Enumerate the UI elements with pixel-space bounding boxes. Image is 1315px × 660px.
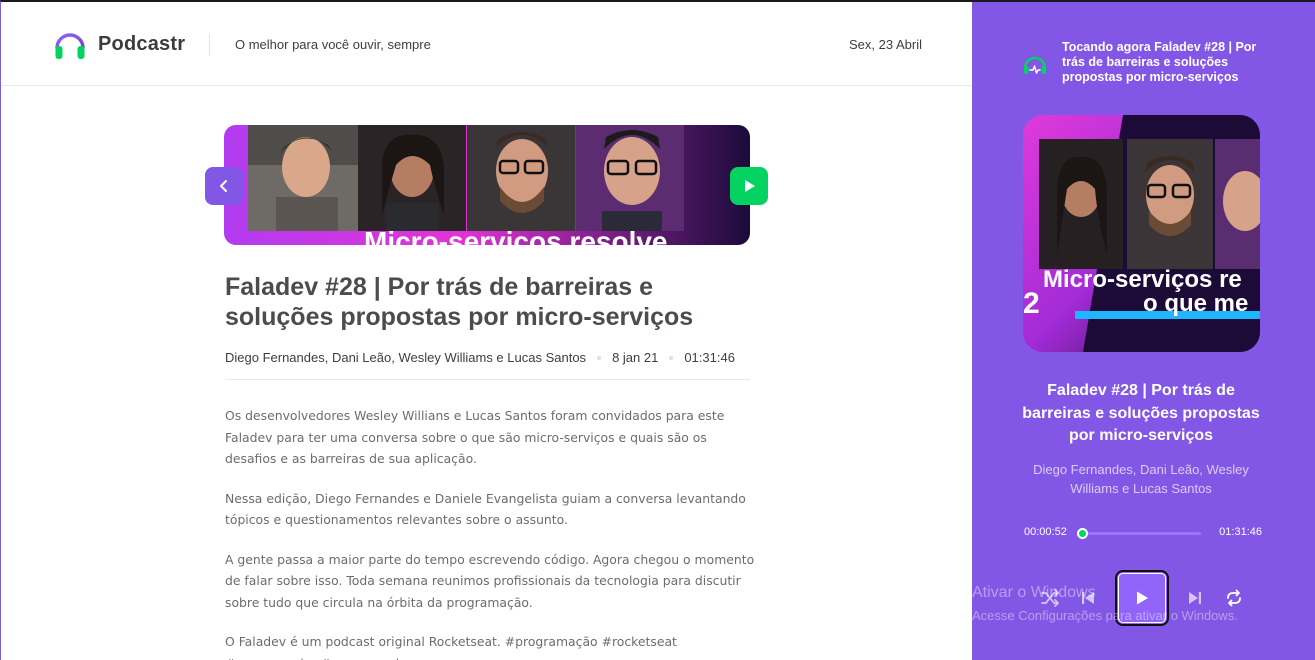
cover-caption-line-2: o que me: [1143, 290, 1248, 317]
back-button[interactable]: [205, 167, 243, 205]
play-icon: [1137, 591, 1148, 605]
cover-caption-number: 2: [1023, 287, 1040, 320]
progress-handle[interactable]: [1076, 528, 1088, 539]
progress-bar: 00:00:52 01:31:46: [1024, 526, 1262, 540]
total-time: 01:31:46: [1219, 526, 1262, 538]
main-content: Podcastr O melhor para você ouvir, sempr…: [0, 0, 972, 660]
playing-now-icon: [1023, 56, 1047, 74]
current-time: 00:00:52: [1024, 526, 1067, 538]
episode-thumbnail-container: Micro-servicos resolve: [205, 125, 768, 245]
description-paragraph: A gente passa a maior parte do tempo esc…: [225, 551, 755, 610]
chevron-left-icon: [220, 180, 227, 192]
meta-separator: [597, 355, 602, 360]
episode-thumbnail: Micro-servicos resolve: [224, 125, 750, 245]
windows-activation-watermark-text: Acesse Configurações para ativar o Windo…: [972, 608, 1238, 623]
episode-duration: 01:31:46: [684, 350, 735, 365]
header: Podcastr O melhor para você ouvir, sempr…: [1, 2, 972, 86]
current-date: Sex, 23 Abril: [849, 37, 922, 52]
brand-name: Podcastr: [98, 33, 186, 55]
player-episode-members: Diego Fernandes, Dani Leão, Wesley Willi…: [1033, 462, 1249, 496]
cover-caption-line-1: Micro-serviços re: [1043, 266, 1242, 293]
now-playing-label: Tocando agora Faladev #28 | Por trás de …: [1062, 40, 1257, 84]
player-cover-image: 2 Micro-serviços re o que me: [1023, 115, 1260, 352]
play-next-icon: [1189, 592, 1201, 604]
player-header: Tocando agora Faladev #28 | Por trás de …: [1022, 40, 1272, 90]
progress-slider[interactable]: [1076, 528, 1201, 539]
header-divider: [209, 34, 210, 56]
play-episode-button[interactable]: [730, 167, 768, 205]
player-panel: Tocando agora Faladev #28 | Por trás de …: [972, 0, 1315, 660]
player-episode-title: Faladev #28 | Por trás de barreiras e so…: [1022, 382, 1260, 444]
episode-published: 8 jan 21: [612, 350, 659, 365]
description-paragraph: O Faladev é um podcast original Rocketse…: [225, 634, 677, 660]
episode-description: Os desenvolvedores Wesley Willians e Luc…: [225, 405, 755, 660]
episode-members: Diego Fernandes, Dani Leão, Wesley Willi…: [225, 350, 587, 365]
episode-title: Faladev #28 | Por trás de barreiras e so…: [225, 273, 694, 331]
meta-separator: [669, 355, 674, 360]
play-icon: [745, 180, 755, 192]
description-paragraph: Nessa edição, Diego Fernandes e Daniele …: [225, 490, 746, 528]
windows-activation-watermark-title: Ativar o Windows: [972, 584, 1096, 601]
tagline: O melhor para você ouvir, sempre: [235, 37, 431, 52]
description-paragraph: Os desenvolvedores Wesley Willians e Luc…: [225, 408, 725, 466]
thumbnail-caption: Micro-servicos resolve: [364, 226, 668, 245]
episode-meta: Diego Fernandes, Dani Leão, Wesley Willi…: [225, 350, 750, 380]
headphones-logo-icon: [55, 33, 85, 59]
repeat-icon: [1227, 589, 1241, 607]
